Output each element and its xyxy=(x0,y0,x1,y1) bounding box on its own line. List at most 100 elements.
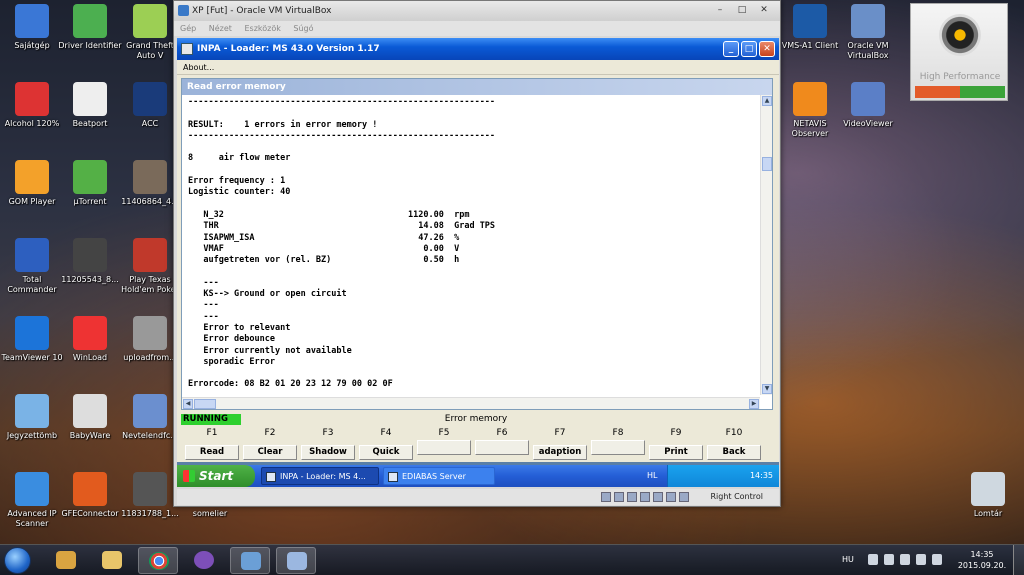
console-line: VMAF 0.00 V xyxy=(188,243,460,254)
signal-icon[interactable] xyxy=(916,554,926,565)
taskbar-pin-chrome[interactable] xyxy=(138,547,178,574)
desktop-icon[interactable]: Oracle VM VirtualBox xyxy=(836,4,900,61)
fkey-button-f4[interactable]: Quick xyxy=(359,445,413,460)
inpa-close-button[interactable]: ✕ xyxy=(759,41,775,57)
menu-gep[interactable]: Gép xyxy=(180,24,196,33)
desktop-icon[interactable]: 11205543_8... xyxy=(58,238,122,285)
fkey-button-f2[interactable]: Clear xyxy=(243,445,297,460)
flag-icon[interactable] xyxy=(884,554,894,565)
start-orb[interactable] xyxy=(4,547,31,574)
show-desktop-button[interactable] xyxy=(1013,545,1024,575)
fkey-button-f1[interactable]: Read xyxy=(185,445,239,460)
xp-language-indicator[interactable]: HL xyxy=(647,465,657,487)
high-performance-widget[interactable]: High Performance xyxy=(910,3,1008,101)
vertical-scroll-thumb[interactable] xyxy=(762,157,772,171)
fkey-button-f7[interactable]: adaption xyxy=(533,445,587,460)
desktop-icon[interactable]: µTorrent xyxy=(58,160,122,207)
panel-title: Read error memory xyxy=(182,79,772,95)
desktop-icon-image xyxy=(133,160,167,194)
hdd-icon[interactable] xyxy=(601,492,611,502)
vertical-scrollbar[interactable]: ▲ ▼ xyxy=(760,95,772,395)
power-toggle[interactable] xyxy=(915,86,1005,98)
desktop-icon-image xyxy=(851,82,885,116)
capture-icon[interactable] xyxy=(679,492,689,502)
desktop-icon-label: VMS-A1 Client xyxy=(781,41,839,50)
desktop-icon[interactable]: GOM Player xyxy=(0,160,64,207)
scroll-down-arrow-icon[interactable]: ▼ xyxy=(762,384,772,394)
fkey-label: F1 xyxy=(206,428,218,438)
taskbar-pin-virtualbox[interactable] xyxy=(276,547,316,574)
scroll-up-arrow-icon[interactable]: ▲ xyxy=(762,96,772,106)
taskbar-pin-viber[interactable] xyxy=(184,547,224,574)
desktop-icon[interactable]: VMS-A1 Client xyxy=(778,4,842,51)
desktop-icon[interactable]: Beatport xyxy=(58,82,122,129)
horizontal-scroll-thumb[interactable] xyxy=(194,399,216,409)
volume-icon[interactable] xyxy=(932,554,942,565)
minimize-button[interactable]: – xyxy=(710,3,730,17)
usb-icon[interactable] xyxy=(627,492,637,502)
taskbar-item-inpa[interactable]: INPA - Loader: MS 4... xyxy=(261,467,379,485)
fkey-button-f9[interactable]: Print xyxy=(649,445,703,460)
clock-time: 14:35 xyxy=(970,550,994,559)
fkey-button-f5[interactable] xyxy=(417,440,471,455)
fkey-button-f3[interactable]: Shadow xyxy=(301,445,355,460)
taskbar-pin-photos[interactable] xyxy=(230,547,270,574)
desktop-icon-label: VideoViewer xyxy=(843,119,893,128)
desktop-icon-label: Beatport xyxy=(72,119,108,128)
console-line: THR 14.08 Grad TPS xyxy=(188,221,496,232)
desktop-icon[interactable]: Lomtár xyxy=(956,472,1020,519)
shared-folder-icon[interactable] xyxy=(640,492,650,502)
fkey-button-f8[interactable] xyxy=(591,440,645,455)
cd-icon[interactable] xyxy=(614,492,624,502)
display-icon[interactable] xyxy=(653,492,663,502)
desktop-icon[interactable]: WinLoad xyxy=(58,316,122,363)
desktop-icon[interactable]: Alcohol 120% xyxy=(0,82,64,129)
taskbar-pin-tools[interactable] xyxy=(46,547,86,574)
virtualbox-titlebar[interactable]: XP [Fut] - Oracle VM VirtualBox – □ ✕ xyxy=(174,1,780,21)
maximize-button[interactable]: □ xyxy=(732,3,752,17)
desktop-icon[interactable]: Jegyzettömb xyxy=(0,394,64,441)
desktop-icon[interactable]: Total Commander xyxy=(0,238,64,295)
taskbar-item-ediabas[interactable]: EDIABAS Server xyxy=(383,467,495,485)
guest-screen[interactable]: INPA - Loader: MS 43.0 Version 1.17 _ □ … xyxy=(177,38,779,487)
menu-nezet[interactable]: Nézet xyxy=(209,24,232,33)
inpa-minimize-button[interactable]: _ xyxy=(723,41,739,57)
fkey-button-f6[interactable] xyxy=(475,440,529,455)
xp-clock[interactable]: 14:35 xyxy=(750,471,773,480)
menu-eszkozok[interactable]: Eszközök xyxy=(244,24,280,33)
error-memory-panel: Read error memory ----------------------… xyxy=(181,78,773,410)
menu-about[interactable]: About... xyxy=(183,63,214,72)
taskbar-pin-explorer[interactable] xyxy=(92,547,132,574)
desktop-icon[interactable]: BabyWare xyxy=(58,394,122,441)
desktop-icon-label: Alcohol 120% xyxy=(4,119,60,128)
desktop-icon[interactable]: Advanced IP Scanner xyxy=(0,472,64,529)
desktop-icon[interactable]: GFEConnector xyxy=(58,472,122,519)
function-key-bar: RUNNING Error memory F1 Read F2 Clear F3 Shad… xyxy=(181,412,773,460)
xp-start-button[interactable]: Start xyxy=(177,465,255,487)
inpa-maximize-button[interactable]: □ xyxy=(741,41,757,57)
desktop-icon[interactable]: NETAVIS Observer xyxy=(778,82,842,139)
console-line: Error to relevant xyxy=(188,322,291,333)
show-hidden-icons-icon[interactable] xyxy=(868,554,878,565)
menu-sugo[interactable]: Súgó xyxy=(293,24,313,33)
desktop-icon[interactable]: Driver Identifier xyxy=(58,4,122,51)
desktop-icon-label: Driver Identifier xyxy=(58,41,122,50)
network-icon[interactable] xyxy=(666,492,676,502)
desktop-icon-image xyxy=(133,4,167,38)
scroll-right-arrow-icon[interactable]: ▶ xyxy=(749,399,759,409)
desktop-icon-label: Lomtár xyxy=(973,509,1003,518)
desktop-icon[interactable]: Sajátgép xyxy=(0,4,64,51)
horizontal-scrollbar[interactable]: ◀ ▶ xyxy=(182,397,760,409)
desktop-icon[interactable]: TeamViewer 10 xyxy=(0,316,64,363)
system-clock[interactable]: 14:35 2015.09.20. xyxy=(956,549,1008,571)
fkey-button-f10[interactable]: Back xyxy=(707,445,761,460)
scroll-left-arrow-icon[interactable]: ◀ xyxy=(183,399,193,409)
fkey-label: F9 xyxy=(670,428,682,438)
desktop-icon[interactable]: VideoViewer xyxy=(836,82,900,129)
desktop-icon-label: Advanced IP Scanner xyxy=(7,509,57,528)
close-button[interactable]: ✕ xyxy=(754,3,774,17)
inpa-titlebar[interactable]: INPA - Loader: MS 43.0 Version 1.17 _ □ … xyxy=(177,38,779,60)
battery-icon[interactable] xyxy=(900,554,910,565)
language-indicator[interactable]: HU xyxy=(842,555,854,564)
console-line: Logistic counter: 40 xyxy=(188,187,291,198)
